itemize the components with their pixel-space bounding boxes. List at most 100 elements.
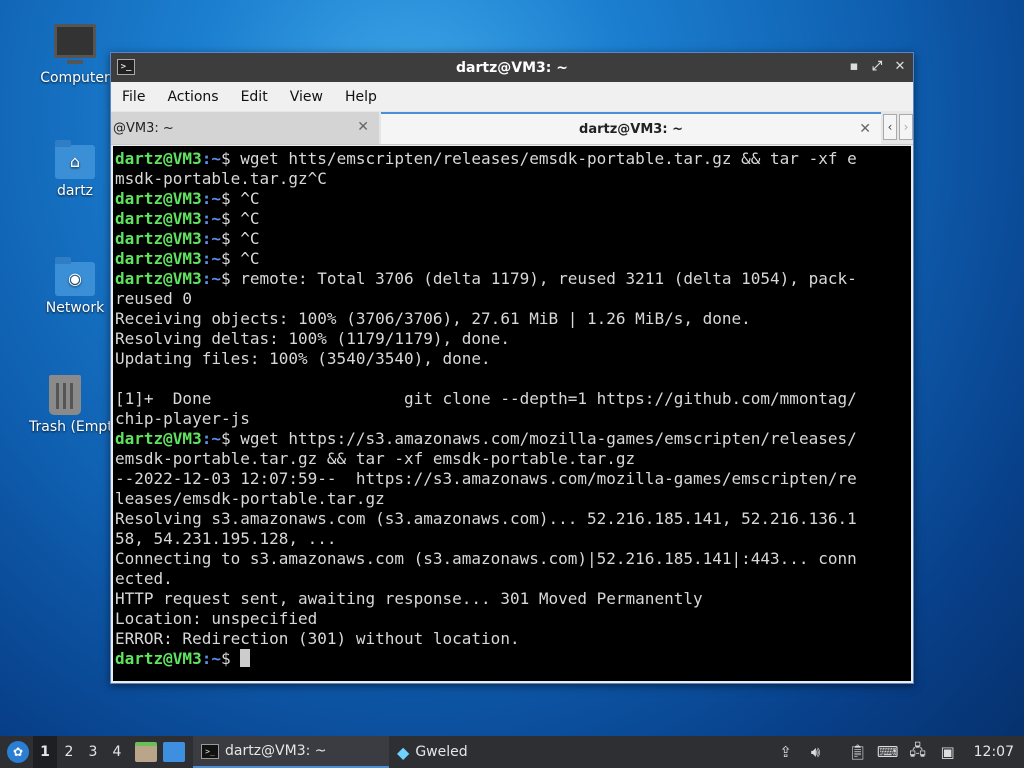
tab-label: dartz@VM3: ~ <box>579 121 683 137</box>
terminal-line-text: Location: unspecified <box>115 609 318 628</box>
trash-icon <box>49 375 81 415</box>
terminal-app-icon[interactable]: >_ <box>117 59 135 75</box>
tab-scroll-left-icon[interactable]: ‹ <box>883 114 897 140</box>
tab-terminal-1[interactable]: @VM3: ~ ✕ <box>111 112 379 144</box>
prompt-user: dartz@VM3 <box>115 429 202 448</box>
terminal-cursor <box>240 649 251 667</box>
task-gweled[interactable]: ◆ Gweled <box>389 736 476 768</box>
terminal-line: HTTP request sent, awaiting response... … <box>115 589 909 609</box>
terminal-line: dartz@VM3:~$ ^C <box>115 189 909 209</box>
prompt-sign: $ <box>220 149 241 168</box>
menubar: File Actions Edit View Help <box>111 82 913 111</box>
terminal-line: msdk-portable.tar.gz^C <box>115 169 909 189</box>
terminal-line-text: msdk-portable.tar.gz^C <box>115 169 327 188</box>
desktop-icon-trash[interactable]: Trash (Empty) <box>20 375 110 435</box>
terminal-line: dartz@VM3:~$ remote: Total 3706 (delta 1… <box>115 269 909 289</box>
terminal-line: dartz@VM3:~$ ^C <box>115 229 909 249</box>
maximize-button[interactable]: ⤢ <box>870 58 884 76</box>
prompt-sign: $ <box>220 209 241 228</box>
tab-label: @VM3: ~ <box>113 120 174 136</box>
terminal-line-text: ^C <box>240 209 260 228</box>
terminal-output[interactable]: dartz@VM3:~$ wget htts/emscripten/releas… <box>113 146 911 681</box>
tab-bar: @VM3: ~ ✕ dartz@VM3: ~ ✕ ‹ › <box>111 111 913 145</box>
terminal-line-text: --2022-12-03 12:07:59-- https://s3.amazo… <box>115 469 857 488</box>
terminal-line: [1]+ Done git clone --depth=1 https://gi… <box>115 389 909 409</box>
upload-icon[interactable]: ⇪ <box>776 742 796 762</box>
terminal-line: ERROR: Redirection (301) without locatio… <box>115 629 909 649</box>
prompt-path: :~ <box>201 229 221 248</box>
tab-close-icon[interactable]: ✕ <box>357 119 369 135</box>
terminal-line-text: wget htts/emscripten/releases/emsdk-port… <box>240 149 857 168</box>
lxqt-logo-icon: ✿ <box>7 741 29 763</box>
terminal-line: Updating files: 100% (3540/3540), done. <box>115 349 909 369</box>
volume-icon[interactable]: 🔊︎ <box>806 742 826 762</box>
prompt-path: :~ <box>201 649 221 668</box>
terminal-icon: >_ <box>201 743 219 759</box>
network-tray-icon[interactable]: 🖧︎ <box>908 741 928 762</box>
task-label: Gweled <box>415 744 468 760</box>
terminal-line-text: ^C <box>240 189 260 208</box>
terminal-line-text: Connecting to s3.amazonaws.com (s3.amazo… <box>115 549 857 568</box>
prompt-sign: $ <box>220 269 241 288</box>
terminal-line: --2022-12-03 12:07:59-- https://s3.amazo… <box>115 469 909 489</box>
prompt-sign: $ <box>220 249 241 268</box>
terminal-line-text: reused 0 <box>115 289 193 308</box>
workspace-2[interactable]: 2 <box>57 744 81 760</box>
gem-icon: ◆ <box>397 742 410 762</box>
workspace-1[interactable]: 1 <box>33 736 57 768</box>
terminal-line-text: 58, 54.231.195.128, ... <box>115 529 337 548</box>
terminal-line: reused 0 <box>115 289 909 309</box>
tab-terminal-2[interactable]: dartz@VM3: ~ ✕ <box>381 112 881 144</box>
clipboard-icon[interactable]: 📋︎ <box>848 742 868 762</box>
prompt-user: dartz@VM3 <box>115 249 202 268</box>
terminal-line: emsdk-portable.tar.gz && tar -xf emsdk-p… <box>115 449 909 469</box>
tab-close-icon[interactable]: ✕ <box>859 121 871 137</box>
prompt-path: :~ <box>201 429 221 448</box>
terminal-window: >_ dartz@VM3: ~ ▪ ⤢ ✕ File Actions Edit … <box>110 52 914 684</box>
keyboard-icon[interactable]: ⌨ <box>877 742 899 762</box>
home-folder-icon: ⌂ <box>55 140 95 179</box>
menu-help[interactable]: Help <box>345 89 377 105</box>
menu-file[interactable]: File <box>122 89 145 105</box>
workspace-4[interactable]: 4 <box>105 744 129 760</box>
start-menu-button[interactable]: ✿ <box>3 737 33 767</box>
prompt-sign: $ <box>220 429 241 448</box>
taskbar: ✿ 1 2 3 4 >_ dartz@VM3: ~ ◆ Gweled ⇪ 🔊︎ … <box>0 736 1024 768</box>
show-desktop-icon[interactable] <box>163 742 185 762</box>
close-button[interactable]: ✕ <box>893 58 907 76</box>
system-tray: ⇪ 🔊︎ 📋︎ ⌨ 🖧︎ ▣ 12:07 <box>776 736 1024 768</box>
prompt-user: dartz@VM3 <box>115 649 202 668</box>
terminal-line-text: ERROR: Redirection (301) without locatio… <box>115 629 520 648</box>
terminal-line-text: Resolving deltas: 100% (1179/1179), done… <box>115 329 510 348</box>
terminal-line-text: ^C <box>240 249 260 268</box>
menu-actions[interactable]: Actions <box>167 89 218 105</box>
menu-view[interactable]: View <box>290 89 323 105</box>
terminal-line: ected. <box>115 569 909 589</box>
tab-scroll-right-icon[interactable]: › <box>899 114 913 140</box>
minimize-button[interactable]: ▪ <box>847 58 861 76</box>
task-terminal[interactable]: >_ dartz@VM3: ~ <box>193 736 389 768</box>
prompt-path: :~ <box>201 269 221 288</box>
terminal-line-text: [1]+ Done git clone --depth=1 https://gi… <box>115 389 857 408</box>
terminal-line: Location: unspecified <box>115 609 909 629</box>
prompt-path: :~ <box>201 189 221 208</box>
prompt-user: dartz@VM3 <box>115 229 202 248</box>
workspace-3[interactable]: 3 <box>81 744 105 760</box>
terminal-line-text: Receiving objects: 100% (3706/3706), 27.… <box>115 309 751 328</box>
terminal-line: dartz@VM3:~$ <box>115 649 909 669</box>
terminal-line-text: leases/emsdk-portable.tar.gz <box>115 489 385 508</box>
terminal-line-text: emsdk-portable.tar.gz && tar -xf emsdk-p… <box>115 449 636 468</box>
terminal-line: Resolving s3.amazonaws.com (s3.amazonaws… <box>115 509 909 529</box>
window-titlebar[interactable]: >_ dartz@VM3: ~ ▪ ⤢ ✕ <box>111 53 913 82</box>
network-folder-icon: ◉ <box>55 257 95 296</box>
notification-icon[interactable]: ▣ <box>938 742 958 762</box>
prompt-path: :~ <box>201 209 221 228</box>
clock[interactable]: 12:07 <box>974 744 1014 760</box>
terminal-line-text: wget https://s3.amazonaws.com/mozilla-ga… <box>240 429 857 448</box>
terminal-line: leases/emsdk-portable.tar.gz <box>115 489 909 509</box>
menu-edit[interactable]: Edit <box>241 89 268 105</box>
terminal-line: dartz@VM3:~$ wget https://s3.amazonaws.c… <box>115 429 909 449</box>
file-manager-icon[interactable] <box>135 742 157 762</box>
terminal-line-text: Updating files: 100% (3540/3540), done. <box>115 349 491 368</box>
